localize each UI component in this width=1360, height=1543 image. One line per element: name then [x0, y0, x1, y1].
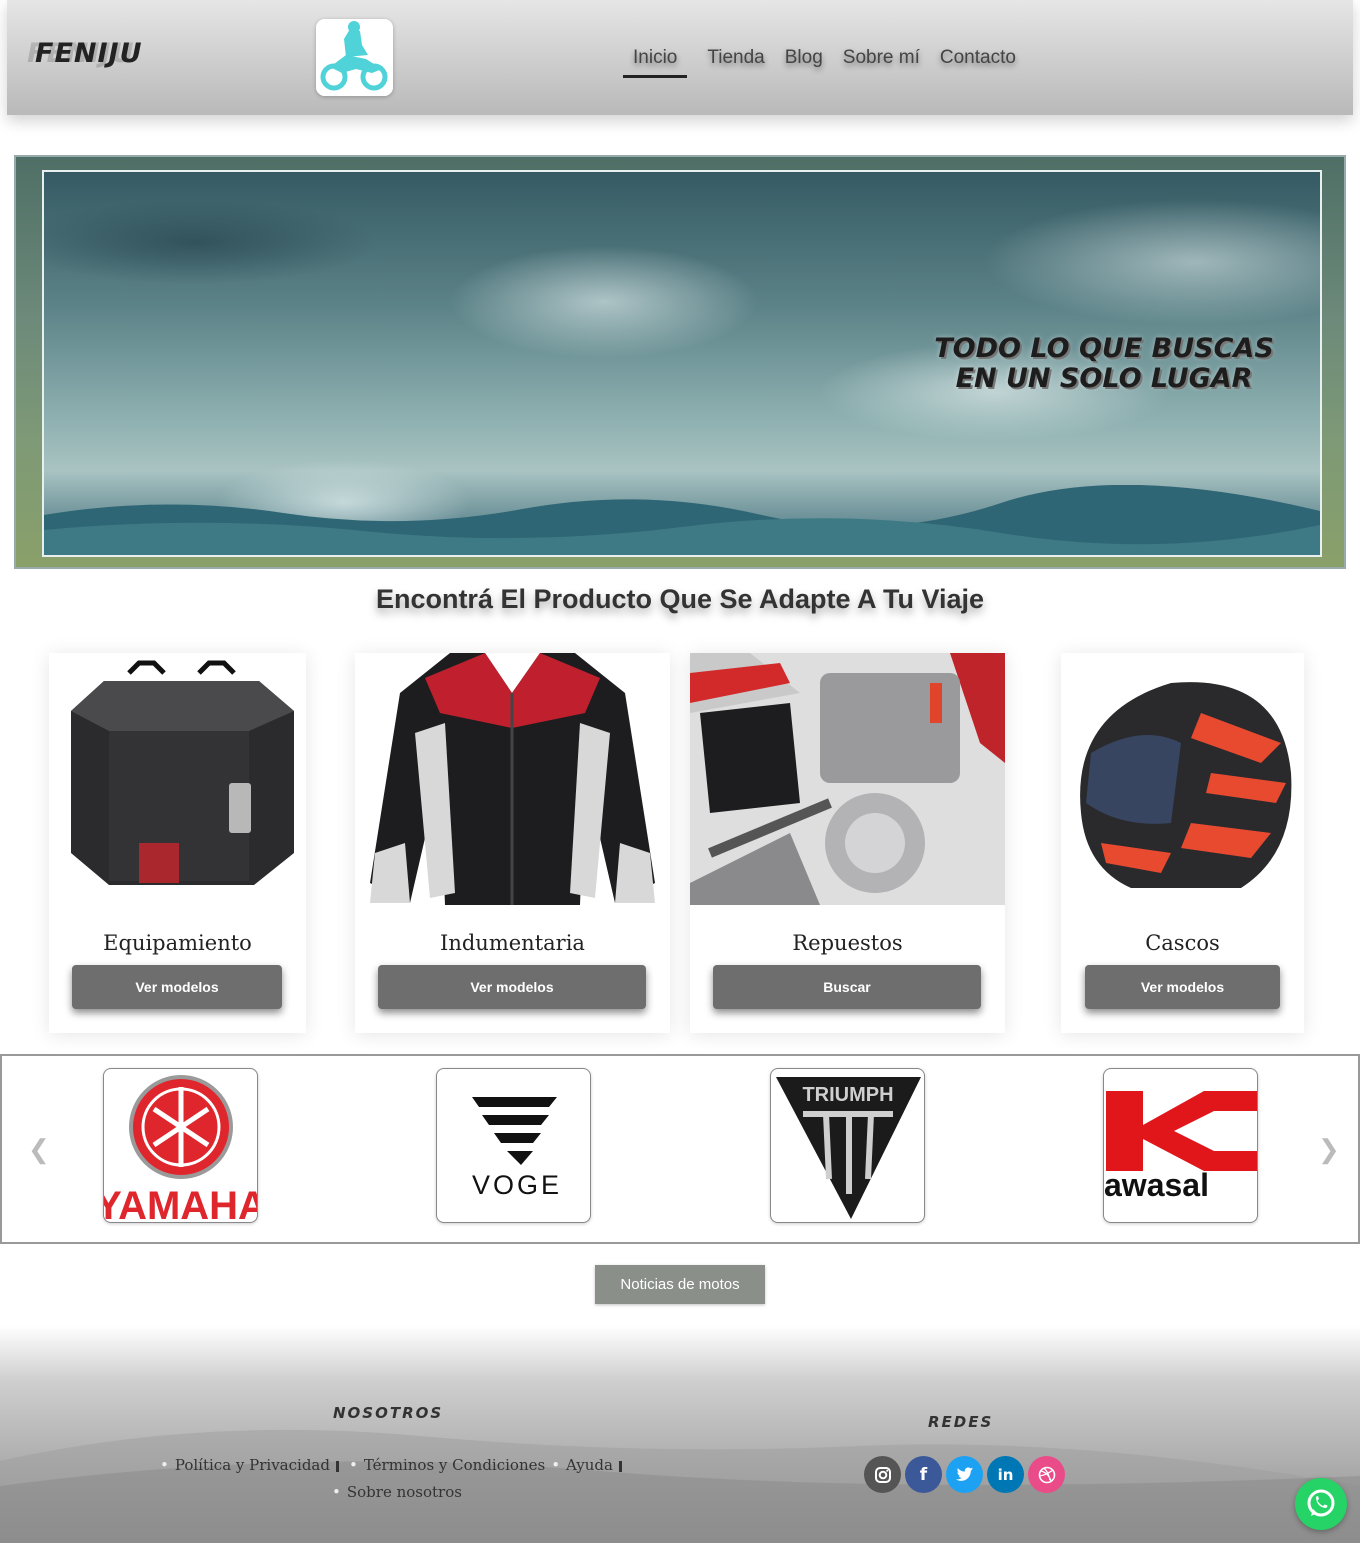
link-sobre-nosotros[interactable]: Sobre nosotros [332, 1479, 462, 1506]
kawasaki-logo[interactable]: awasal [1103, 1068, 1258, 1223]
helmet-image [1061, 653, 1304, 905]
top-case-image [49, 653, 306, 905]
ver-modelos-button[interactable]: Ver modelos [72, 965, 282, 1009]
triumph-wordmark: TRIUMPH [802, 1084, 893, 1106]
yamaha-wordmark: YAMAHA [104, 1184, 258, 1223]
facebook-icon[interactable]: f [905, 1456, 942, 1493]
link-separator [618, 1460, 622, 1472]
card-title: Repuestos [792, 931, 903, 955]
hero-title: TODO LO QUE BUSCAS EN UN SOLO LUGAR [934, 333, 1274, 394]
nav-item-sobre-mi[interactable]: Sobre mí [843, 45, 920, 78]
noticias-button[interactable]: Noticias de motos [595, 1265, 765, 1304]
site-header: FENIJU Inicio Tienda Blog Sobre mí Conta… [7, 0, 1353, 115]
card-indumentaria: Indumentaria Ver modelos [355, 653, 670, 1033]
ver-modelos-button[interactable]: Ver modelos [378, 965, 646, 1009]
dribbble-icon[interactable] [1028, 1456, 1065, 1493]
footer-wave [0, 1429, 1360, 1543]
engine-image [690, 653, 1005, 905]
card-title: Cascos [1145, 931, 1220, 955]
triumph-logo[interactable]: TRIUMPH [770, 1068, 925, 1223]
twitter-icon[interactable] [946, 1456, 983, 1493]
voge-wordmark: VOGE [472, 1170, 562, 1200]
linkedin-icon[interactable]: in [987, 1456, 1024, 1493]
whatsapp-icon[interactable] [1295, 1478, 1347, 1530]
kawasaki-wordmark: awasal [1104, 1167, 1209, 1203]
nav-item-tienda[interactable]: Tienda [707, 45, 764, 78]
card-repuestos: Repuestos Buscar [690, 653, 1005, 1033]
section-title: Encontrá El Producto Que Se Adapte A Tu … [375, 584, 985, 614]
link-privacidad[interactable]: Política y Privacidad [160, 1452, 330, 1479]
redes-heading: REDES [928, 1413, 994, 1431]
card-cascos: Cascos Ver modelos [1061, 653, 1304, 1033]
yamaha-logo[interactable]: YAMAHA [103, 1068, 258, 1223]
site-brand[interactable]: FENIJU [35, 38, 143, 69]
jacket-image [355, 653, 670, 905]
ver-modelos-button[interactable]: Ver modelos [1085, 965, 1280, 1009]
card-title: Equipamiento [103, 931, 252, 955]
nav-item-inicio[interactable]: Inicio [623, 45, 688, 78]
social-links: f in [864, 1456, 1069, 1493]
nosotros-heading: NOSOTROS [333, 1404, 444, 1422]
link-terminos[interactable]: Términos y Condiciones [349, 1452, 545, 1479]
chevron-left-icon[interactable]: ❮ [28, 1134, 50, 1165]
footer-links: Política y Privacidad Términos y Condicio… [160, 1452, 680, 1506]
nav-item-blog[interactable]: Blog [785, 45, 823, 78]
card-equipamiento: Equipamiento Ver modelos [49, 653, 306, 1033]
card-title: Indumentaria [440, 931, 585, 955]
site-footer: NOSOTROS REDES Política y Privacidad Térm… [0, 1326, 1360, 1543]
link-separator [335, 1460, 339, 1472]
chevron-right-icon[interactable]: ❯ [1318, 1134, 1340, 1165]
link-ayuda[interactable]: Ayuda [551, 1452, 613, 1479]
buscar-button[interactable]: Buscar [713, 965, 981, 1009]
brand-carousel: ❮ ❯ YAMAHA VOGE TRIUMPH awasal [0, 1054, 1360, 1244]
motorcycle-logo-icon[interactable] [316, 19, 393, 96]
hero-image: TODO LO QUE BUSCAS EN UN SOLO LUGAR [42, 170, 1322, 557]
hero-banner: TODO LO QUE BUSCAS EN UN SOLO LUGAR [14, 155, 1346, 569]
nav-item-contacto[interactable]: Contacto [940, 45, 1016, 78]
mountains-image [44, 485, 1320, 555]
voge-logo[interactable]: VOGE [436, 1068, 591, 1223]
main-nav: Inicio Tienda Blog Sobre mí Contacto [623, 45, 1036, 78]
instagram-icon[interactable] [864, 1456, 901, 1493]
